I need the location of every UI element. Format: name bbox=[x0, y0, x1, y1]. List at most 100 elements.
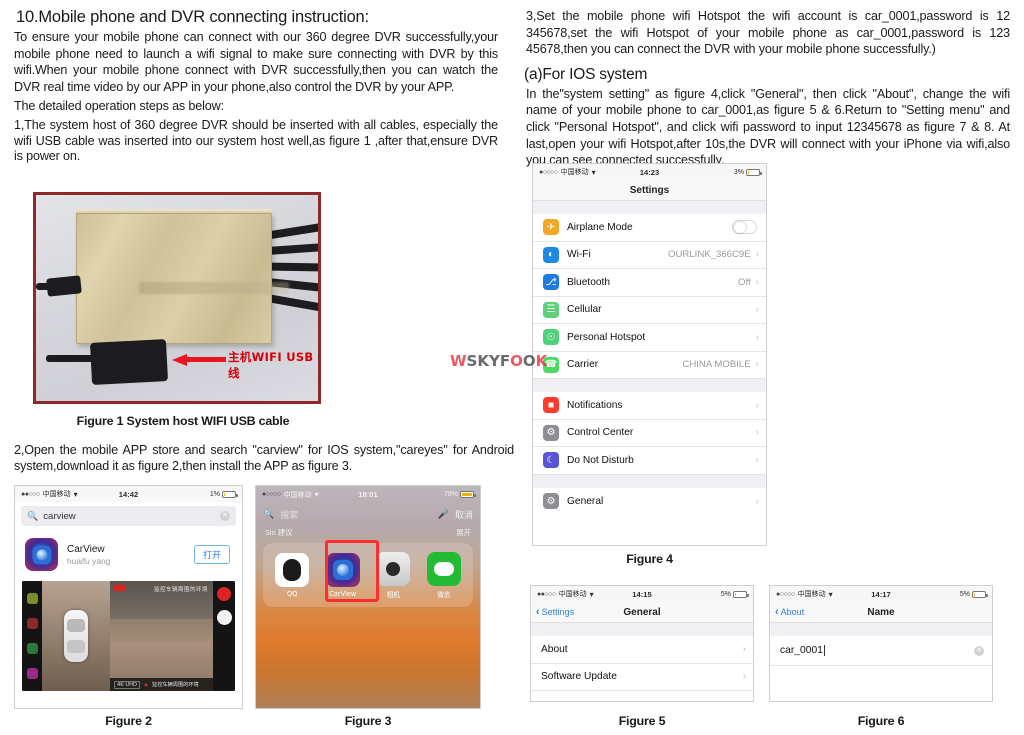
figure-4: ●○○○○ 中国移动 ▾ 14:23 3% Settings ✈ Airplan… bbox=[532, 163, 767, 546]
settings-row-control-center[interactable]: ⚙ Control Center › bbox=[533, 419, 766, 447]
back-label: About bbox=[780, 607, 805, 617]
nav-title: General bbox=[623, 606, 661, 618]
chevron-right-icon: › bbox=[755, 454, 759, 466]
battery-icon bbox=[972, 590, 988, 598]
settings-row-software-update[interactable]: Software Update › bbox=[531, 663, 753, 691]
settings-row-notifications[interactable]: ■ Notifications › bbox=[533, 392, 766, 420]
app-item-qq[interactable]: QQ bbox=[270, 552, 314, 598]
preview-camera-view: 监控车辆周围的环境 4K UHD ▲ 监控车辆周围的环境 bbox=[110, 581, 213, 691]
wifi-usb-cable-tail bbox=[46, 355, 96, 362]
hotspot-icon: ☉ bbox=[543, 329, 559, 346]
nav-bar: ‹ About Name bbox=[770, 602, 992, 623]
airplane-icon: ✈ bbox=[543, 219, 559, 236]
show-more-button[interactable]: 展开 bbox=[456, 527, 471, 538]
status-time: 14:15 bbox=[632, 589, 652, 599]
siri-suggestions-header: Siri 建议 展开 bbox=[256, 525, 480, 540]
control-center-icon: ⚙ bbox=[543, 424, 559, 441]
preview-status-text: 监控车辆周围的环境 bbox=[152, 682, 199, 688]
search-input[interactable]: 🔍 carview ✕ bbox=[21, 506, 236, 526]
left-column: 10.Mobile phone and DVR connecting instr… bbox=[0, 0, 514, 735]
figure-5-caption: Figure 5 bbox=[618, 714, 666, 728]
settings-row-cellular[interactable]: ☰ Cellular › bbox=[533, 296, 766, 324]
clear-icon[interactable]: ✕ bbox=[974, 645, 984, 656]
figure-2-caption: Figure 2 bbox=[105, 714, 152, 728]
row-label: General bbox=[567, 495, 604, 507]
app-meta: CarView huaifu yang bbox=[67, 544, 110, 566]
figure-5-screenshot: ●●○○○ 中国移动 ▾ 14:15 5% ‹ Settings General bbox=[530, 585, 754, 702]
battery-icon bbox=[746, 168, 762, 176]
car-top-view-icon bbox=[64, 610, 88, 662]
preview-right-toolbar bbox=[213, 581, 235, 691]
notifications-icon: ■ bbox=[543, 397, 559, 414]
carview-app-icon bbox=[25, 538, 58, 571]
siri-suggestions-label: Siri 建议 bbox=[265, 528, 293, 537]
status-time: 14:23 bbox=[639, 167, 660, 177]
preview-birdseye-view bbox=[42, 581, 110, 691]
step-2-paragraph: 2,Open the mobile APP store and search "… bbox=[14, 443, 514, 473]
preview-quality-badge: 4K UHD bbox=[114, 680, 141, 689]
open-app-button[interactable]: 打开 bbox=[193, 545, 230, 564]
row-value: OURLINK_366C9E bbox=[668, 249, 751, 261]
nav-bar: Settings bbox=[533, 180, 766, 201]
microphone-icon[interactable]: 🎤 bbox=[438, 509, 449, 520]
figure-3-caption: Figure 3 bbox=[344, 714, 392, 728]
preview-record-icon bbox=[26, 618, 38, 629]
figure-6-screenshot: ●○○○○ 中国移动 ▾ 14:17 5% ‹ About Name car_0… bbox=[769, 585, 993, 702]
settings-row-wifi[interactable]: ◐ Wi-Fi OURLINK_366C9E › bbox=[533, 241, 766, 269]
cable-right-3 bbox=[267, 262, 318, 272]
settings-row-personal-hotspot[interactable]: ☉ Personal Hotspot › bbox=[533, 324, 766, 352]
back-button[interactable]: ‹ Settings bbox=[536, 606, 574, 618]
airplane-mode-toggle[interactable] bbox=[732, 220, 757, 235]
settings-row-airplane-mode[interactable]: ✈ Airplane Mode bbox=[533, 214, 766, 242]
app-item-wechat[interactable]: 微信 bbox=[422, 551, 466, 599]
settings-row-about[interactable]: About › bbox=[531, 636, 753, 664]
page-title: 10.Mobile phone and DVR connecting instr… bbox=[16, 8, 369, 26]
app-preview-screenshot: 监控车辆周围的环境 4K UHD ▲ 监控车辆周围的环境 bbox=[22, 581, 235, 691]
steps-lead: The detailed operation steps as below: bbox=[14, 99, 224, 114]
status-time: 14:17 bbox=[871, 589, 891, 599]
device-name-value: car_0001 bbox=[780, 645, 823, 656]
group-spacer bbox=[531, 623, 753, 636]
app-result-row[interactable]: CarView huaifu yang 打开 bbox=[15, 530, 242, 577]
device-name-input[interactable]: car_0001 ✕ bbox=[770, 636, 992, 666]
battery-icon bbox=[733, 590, 749, 598]
row-label: Control Center bbox=[567, 427, 634, 439]
settings-group-1: ✈ Airplane Mode ◐ Wi-Fi OURLINK_366C9E ›… bbox=[533, 214, 766, 379]
settings-group-2: ■ Notifications › ⚙ Control Center › ☾ D… bbox=[533, 392, 766, 475]
settings-row-general[interactable]: ⚙ General › bbox=[533, 487, 766, 515]
watermark-part-2: SKYF bbox=[466, 352, 511, 370]
settings-row-bluetooth[interactable]: ⎇ Bluetooth Off › bbox=[533, 269, 766, 297]
chevron-right-icon: › bbox=[755, 495, 759, 507]
row-label: Bluetooth bbox=[567, 276, 611, 288]
recording-indicator-icon bbox=[114, 585, 125, 591]
chevron-right-icon: › bbox=[755, 427, 759, 439]
settings-row-carrier[interactable]: ☎ Carrier CHINA MOBILE › bbox=[533, 351, 766, 379]
cable-left-plug bbox=[46, 275, 82, 297]
row-label: About bbox=[541, 643, 568, 655]
app-label: QQ bbox=[287, 589, 298, 598]
battery-icon bbox=[222, 490, 238, 498]
figure-2-screenshot: ●●○○○ 中国移动 ▾ 14:42 1% 🔍 carview ✕ CarVie… bbox=[14, 485, 243, 709]
nav-title: Name bbox=[867, 606, 895, 618]
figure-3: ●○○○○ 中国移动 ▾ 18:01 78% 🔍 搜索 🎤 取消 Siri 建议… bbox=[255, 485, 481, 709]
wechat-icon bbox=[426, 551, 461, 586]
figure-6: ●○○○○ 中国移动 ▾ 14:17 5% ‹ About Name car_0… bbox=[769, 585, 993, 702]
chevron-right-icon: › bbox=[742, 671, 746, 683]
row-label: Software Update bbox=[541, 671, 617, 683]
status-bar: ●●○○○ 中国移动 ▾ 14:42 1% bbox=[15, 486, 242, 502]
annotation-arrow-icon bbox=[172, 354, 226, 366]
status-time: 14:42 bbox=[118, 489, 139, 499]
watermark-part-5: K bbox=[535, 352, 548, 370]
preview-left-toolbar bbox=[22, 581, 42, 691]
group-spacer bbox=[533, 474, 766, 488]
spotlight-search-input[interactable]: 🔍 搜索 🎤 取消 bbox=[256, 503, 480, 525]
back-button[interactable]: ‹ About bbox=[775, 606, 805, 618]
watermark: WSKYFOOK bbox=[450, 352, 547, 370]
figure-2: ●●○○○ 中国移动 ▾ 14:42 1% 🔍 carview ✕ CarVie… bbox=[14, 485, 243, 709]
clear-icon[interactable]: ✕ bbox=[220, 511, 230, 521]
figure-1-caption: Figure 1 System host WIFI USB cable bbox=[76, 414, 290, 428]
chevron-right-icon: › bbox=[755, 249, 759, 261]
settings-row-do-not-disturb[interactable]: ☾ Do Not Disturb › bbox=[533, 447, 766, 475]
cancel-button[interactable]: 取消 bbox=[455, 508, 473, 521]
carview-highlight-box bbox=[325, 540, 379, 602]
